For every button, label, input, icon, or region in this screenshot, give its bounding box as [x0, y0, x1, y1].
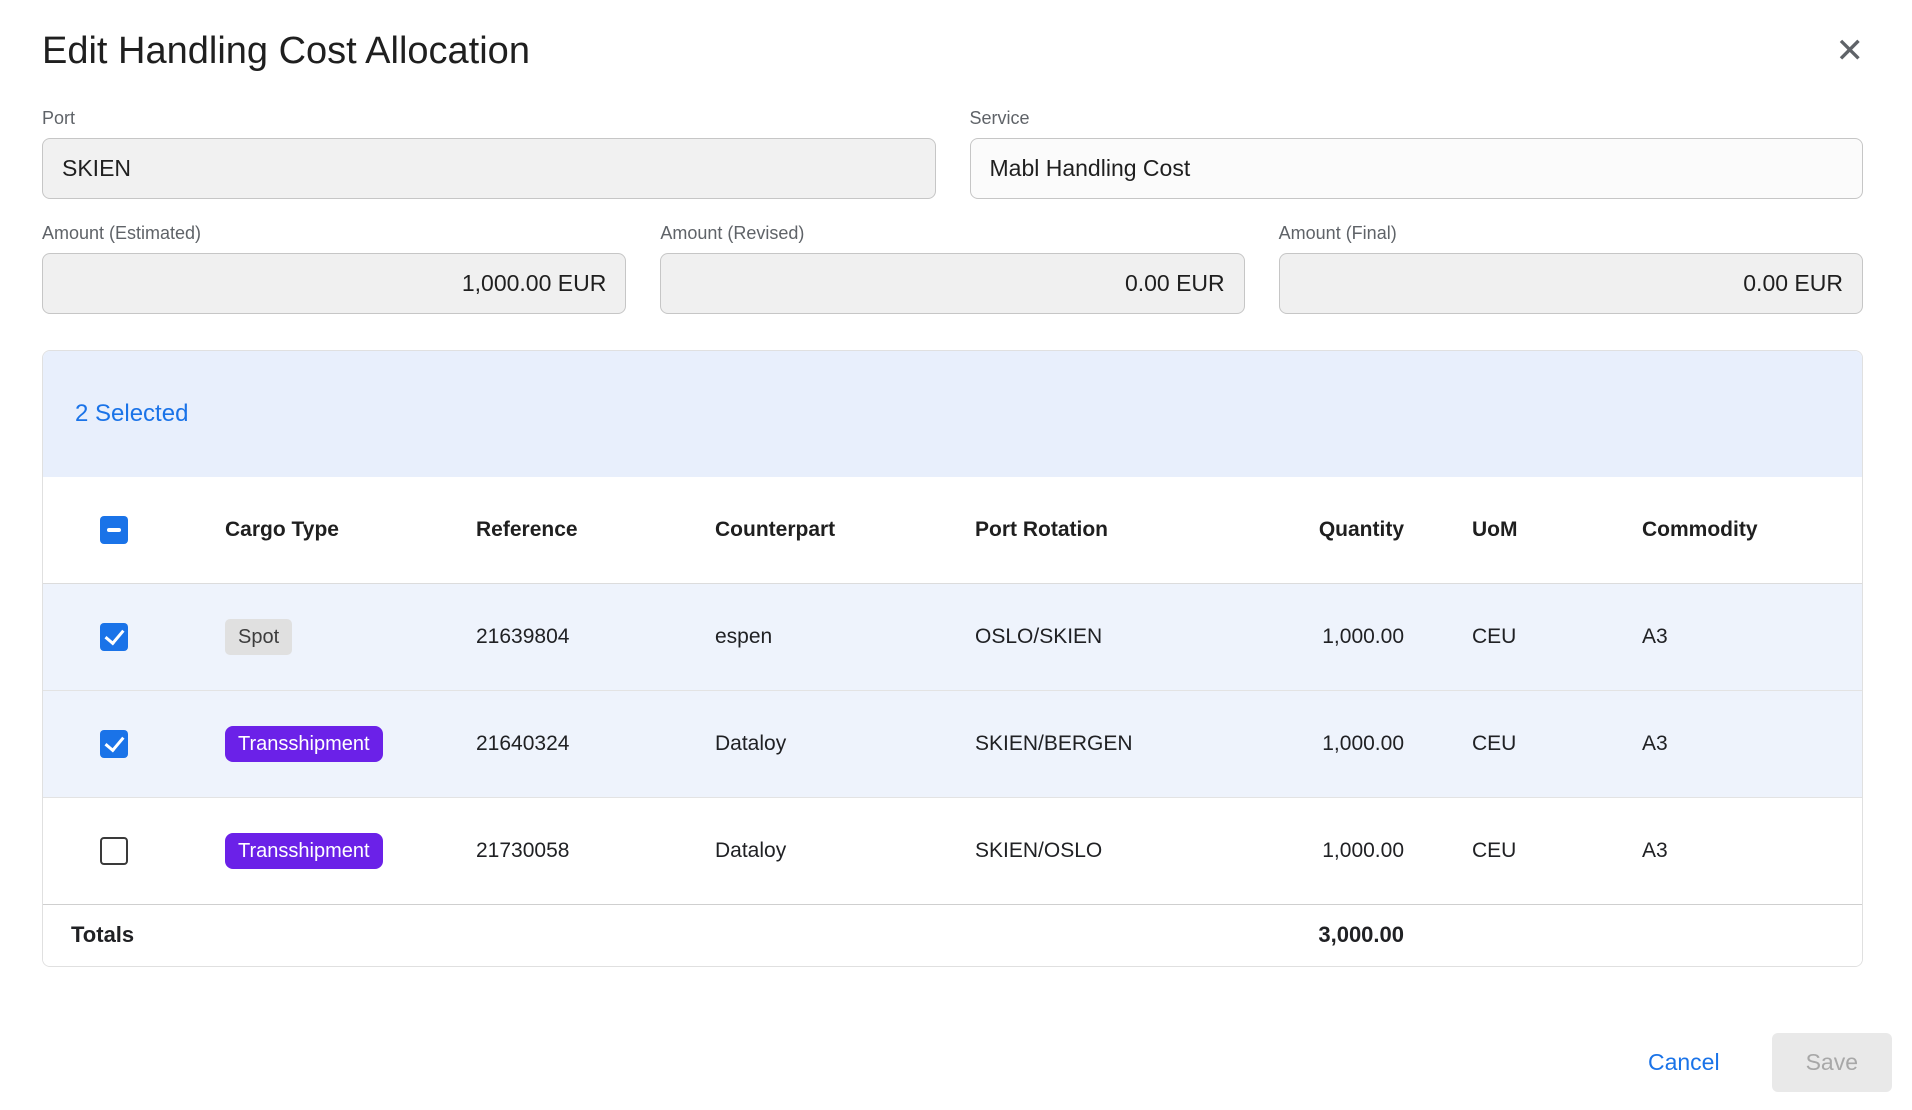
- quantity-cell: 1,000.00: [1243, 732, 1404, 756]
- port-input[interactable]: [42, 138, 936, 199]
- amount-revised-input[interactable]: [660, 253, 1244, 314]
- column-header-port-rotation: Port Rotation: [975, 518, 1243, 542]
- reference-cell: 21730058: [476, 839, 715, 863]
- page-title: Edit Handling Cost Allocation: [42, 30, 530, 74]
- counterpart-cell: espen: [715, 625, 975, 649]
- cargo-type-badge: Transshipment: [225, 833, 383, 869]
- commodity-cell: A3: [1642, 732, 1862, 756]
- column-header-uom: UoM: [1404, 518, 1642, 542]
- form-area: Port Service Amount (Estimated) Amount (…: [0, 108, 1912, 314]
- amount-final-group: Amount (Final): [1279, 223, 1863, 314]
- reference-cell: 21640324: [476, 732, 715, 756]
- quantity-cell: 1,000.00: [1243, 839, 1404, 863]
- column-header-cargo-type: Cargo Type: [225, 518, 476, 542]
- amount-estimated-label: Amount (Estimated): [42, 223, 626, 244]
- dialog-header: Edit Handling Cost Allocation ✕: [0, 0, 1912, 74]
- allocation-table: 2 Selected Cargo Type Reference Counterp…: [42, 350, 1863, 967]
- quantity-cell: 1,000.00: [1243, 625, 1404, 649]
- port-rotation-cell: OSLO/SKIEN: [975, 625, 1243, 649]
- commodity-cell: A3: [1642, 625, 1862, 649]
- totals-row: Totals 3,000.00: [43, 905, 1862, 966]
- selected-count: 2 Selected: [75, 400, 188, 428]
- service-label: Service: [970, 108, 1864, 129]
- row-checkbox[interactable]: [100, 837, 128, 865]
- amount-revised-group: Amount (Revised): [660, 223, 1244, 314]
- amount-estimated-input[interactable]: [42, 253, 626, 314]
- commodity-cell: A3: [1642, 839, 1862, 863]
- selection-band: 2 Selected: [43, 351, 1862, 477]
- counterpart-cell: Dataloy: [715, 732, 975, 756]
- port-label: Port: [42, 108, 936, 129]
- cancel-button[interactable]: Cancel: [1642, 1041, 1726, 1084]
- totals-label: Totals: [43, 922, 476, 948]
- row-checkbox[interactable]: [100, 623, 128, 651]
- counterpart-cell: Dataloy: [715, 839, 975, 863]
- table-row[interactable]: Transshipment 21640324 Dataloy SKIEN/BER…: [43, 691, 1862, 798]
- select-all-checkbox[interactable]: [100, 516, 128, 544]
- amount-final-label: Amount (Final): [1279, 223, 1863, 244]
- port-field-group: Port: [42, 108, 936, 199]
- column-header-counterpart: Counterpart: [715, 518, 975, 542]
- close-icon[interactable]: ✕: [1832, 30, 1869, 72]
- totals-quantity: 3,000.00: [1243, 922, 1404, 948]
- column-header-quantity: Quantity: [1243, 518, 1404, 542]
- cargo-type-badge: Transshipment: [225, 726, 383, 762]
- amount-revised-label: Amount (Revised): [660, 223, 1244, 244]
- table-header-row: Cargo Type Reference Counterpart Port Ro…: [43, 477, 1862, 584]
- port-rotation-cell: SKIEN/BERGEN: [975, 732, 1243, 756]
- row-checkbox[interactable]: [100, 730, 128, 758]
- dialog-footer: Cancel Save: [0, 1033, 1912, 1092]
- service-input[interactable]: [970, 138, 1864, 199]
- uom-cell: CEU: [1404, 732, 1642, 756]
- port-rotation-cell: SKIEN/OSLO: [975, 839, 1243, 863]
- save-button[interactable]: Save: [1772, 1033, 1892, 1092]
- amount-final-input[interactable]: [1279, 253, 1863, 314]
- table-row[interactable]: Transshipment 21730058 Dataloy SKIEN/OSL…: [43, 798, 1862, 905]
- column-header-commodity: Commodity: [1642, 518, 1862, 542]
- reference-cell: 21639804: [476, 625, 715, 649]
- uom-cell: CEU: [1404, 625, 1642, 649]
- cargo-type-badge: Spot: [225, 619, 292, 655]
- column-header-reference: Reference: [476, 518, 715, 542]
- amount-estimated-group: Amount (Estimated): [42, 223, 626, 314]
- uom-cell: CEU: [1404, 839, 1642, 863]
- table-row[interactable]: Spot 21639804 espen OSLO/SKIEN 1,000.00 …: [43, 584, 1862, 691]
- service-field-group: Service: [970, 108, 1864, 199]
